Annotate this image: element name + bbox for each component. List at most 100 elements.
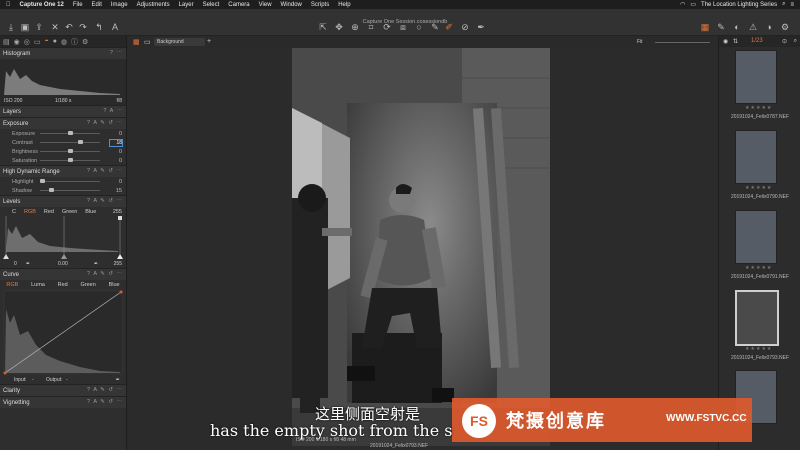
shadow-slider-value[interactable]: 15	[116, 188, 122, 194]
saturation-slider-value[interactable]: 0	[119, 158, 122, 164]
brightness-slider-value[interactable]: 0	[119, 149, 122, 155]
hdr-header[interactable]: High Dynamic Range ? A ✎ ↺ ⋯	[0, 165, 126, 177]
apple-icon[interactable]: 	[6, 2, 11, 8]
layers-controls[interactable]: ? A ⋯	[103, 108, 123, 114]
curve-controls[interactable]: ? A ✎ ↺ ⋯	[87, 271, 123, 277]
library-tab-icon[interactable]: ▤	[3, 38, 10, 46]
eyedropper-tool-icon[interactable]: ✒	[476, 22, 486, 32]
menu-select[interactable]: Select	[203, 2, 220, 8]
levels-black-value[interactable]: 0	[14, 261, 17, 267]
keystone-tool-icon[interactable]: ⧈	[398, 22, 408, 32]
proof-icon[interactable]: ◐	[732, 22, 742, 32]
image-viewer[interactable]	[127, 48, 717, 450]
brush-tool-icon[interactable]: ✎	[430, 22, 440, 32]
import-icon[interactable]: ⤓	[6, 22, 16, 32]
levels-black-eyedropper-icon[interactable]: ✒	[26, 261, 30, 267]
curve-tab-green[interactable]: Green	[81, 282, 96, 288]
levels-tab-blue[interactable]: Blue	[85, 209, 96, 215]
highlight-slider-track[interactable]	[40, 181, 100, 182]
picker-tool-icon[interactable]: ⊘	[460, 22, 470, 32]
menu-view[interactable]: View	[259, 2, 272, 8]
menu-scripts[interactable]: Scripts	[311, 2, 329, 8]
rating-stars[interactable]: ★★★★★	[745, 346, 772, 352]
exposure-tab-icon[interactable]: ◓	[44, 38, 48, 45]
annotate-tool-icon[interactable]: ✐	[444, 22, 454, 32]
text-icon[interactable]: A	[110, 22, 120, 32]
saturation-slider-handle[interactable]	[68, 158, 73, 162]
contrast-slider-handle[interactable]	[78, 140, 83, 144]
list-icon[interactable]: ≡	[790, 2, 794, 8]
levels-tab-green[interactable]: Green	[62, 209, 77, 215]
add-variant-icon[interactable]: +	[207, 38, 211, 45]
wifi-icon[interactable]: ◠	[680, 1, 685, 8]
vignetting-controls[interactable]: ? A ✎ ↺ ⋯	[87, 399, 123, 405]
exposure-slider-value[interactable]: 0	[119, 131, 122, 137]
histogram-header[interactable]: Histogram ? ⋯	[0, 47, 126, 59]
copy-adjustments-icon[interactable]: ↰	[94, 22, 104, 32]
menu-help[interactable]: Help	[338, 2, 350, 8]
levels-header[interactable]: Levels ? A ✎ ↺ ⋯	[0, 195, 126, 207]
main-photo[interactable]	[292, 48, 550, 446]
undo-icon[interactable]: ↶	[64, 22, 74, 32]
spot-tool-icon[interactable]: ○	[414, 22, 424, 32]
zoom-slider[interactable]	[655, 42, 710, 43]
levels-mid-value[interactable]: 0.00	[58, 261, 68, 267]
rotate-tool-icon[interactable]: ⟳	[382, 22, 392, 32]
exposure-header[interactable]: Exposure ? A ✎ ↺ ⋯	[0, 117, 126, 129]
crop-tool-icon[interactable]: ⌗	[366, 22, 376, 32]
capture-icon[interactable]: ▣	[20, 22, 30, 32]
rating-stars[interactable]: ★★★★★	[745, 265, 772, 271]
settings-icon[interactable]: ⚙	[780, 22, 790, 32]
menu-edit[interactable]: Edit	[92, 2, 102, 8]
battery-icon[interactable]: ▭	[690, 1, 696, 8]
output-tab-icon[interactable]: ⚙	[82, 38, 88, 46]
menu-camera[interactable]: Camera	[228, 2, 249, 8]
search-icon[interactable]: ⌕	[782, 1, 785, 8]
redo-icon[interactable]: ↷	[78, 22, 88, 32]
levels-controls[interactable]: ? A ✎ ↺ ⋯	[87, 198, 123, 204]
browser-search-icon[interactable]: ⌕	[794, 38, 797, 45]
clarity-header[interactable]: Clarity ? A ✎ ↺ ⋯	[0, 384, 126, 396]
lens-tab-icon[interactable]: ◎	[24, 38, 30, 46]
shadow-slider-handle[interactable]	[49, 188, 54, 192]
hdr-controls[interactable]: ? A ✎ ↺ ⋯	[87, 168, 123, 174]
browser-filter-icon[interactable]: ⊙	[782, 38, 787, 45]
thumbnail[interactable]	[735, 50, 777, 104]
curve-tab-red[interactable]: Red	[58, 282, 68, 288]
grid-icon[interactable]: ▦	[700, 22, 710, 32]
curve-tab-luma[interactable]: Luma	[31, 282, 45, 288]
exposure-controls[interactable]: ? A ✎ ↺ ⋯	[87, 120, 123, 126]
vignetting-header[interactable]: Vignetting ? A ✎ ↺ ⋯	[0, 396, 126, 408]
levels-tab-red[interactable]: Red	[44, 209, 54, 215]
levels-white-eyedropper-icon[interactable]: ✒	[94, 261, 98, 267]
variant-select[interactable]: Background	[154, 38, 205, 46]
menu-adjustments[interactable]: Adjustments	[137, 2, 170, 8]
reset-icon[interactable]: ✕	[50, 22, 60, 32]
process-icon[interactable]: ⇪	[34, 22, 44, 32]
highlight-slider-value[interactable]: 0	[119, 179, 122, 185]
curve-graph[interactable]	[0, 289, 126, 375]
viewer-single-icon[interactable]: ▭	[144, 38, 151, 46]
thumbnail[interactable]	[735, 130, 777, 184]
browser-view-icon[interactable]: ◉	[723, 38, 728, 45]
exposure-slider-handle[interactable]	[68, 131, 73, 135]
histogram-controls[interactable]: ? ⋯	[110, 50, 123, 56]
zoom-tool-icon[interactable]: ⊕	[350, 22, 360, 32]
metadata-tab-icon[interactable]: ⓘ	[71, 37, 78, 47]
pan-tool-icon[interactable]: ✥	[334, 22, 344, 32]
viewer-grid-icon[interactable]: ▦	[133, 38, 140, 46]
details-tab-icon[interactable]: ◍	[61, 38, 67, 46]
exposure-warning-icon[interactable]: ◑	[764, 22, 774, 32]
curve-header[interactable]: Curve ? A ✎ ↺ ⋯	[0, 268, 126, 280]
levels-graph[interactable]	[0, 216, 126, 260]
contrast-value-field[interactable]: 18	[109, 139, 123, 147]
warning-icon[interactable]: ⚠	[748, 22, 758, 32]
contrast-slider-track[interactable]	[40, 142, 100, 143]
select-tool-icon[interactable]: ⇱	[318, 22, 328, 32]
levels-tab-rgb[interactable]: RGB	[24, 209, 36, 215]
menu-layer[interactable]: Layer	[179, 2, 194, 8]
composition-tab-icon[interactable]: ▭	[34, 38, 41, 46]
rating-stars[interactable]: ★★★★★	[745, 185, 772, 191]
highlight-slider-handle[interactable]	[40, 179, 45, 183]
thumbnail[interactable]	[735, 210, 777, 264]
